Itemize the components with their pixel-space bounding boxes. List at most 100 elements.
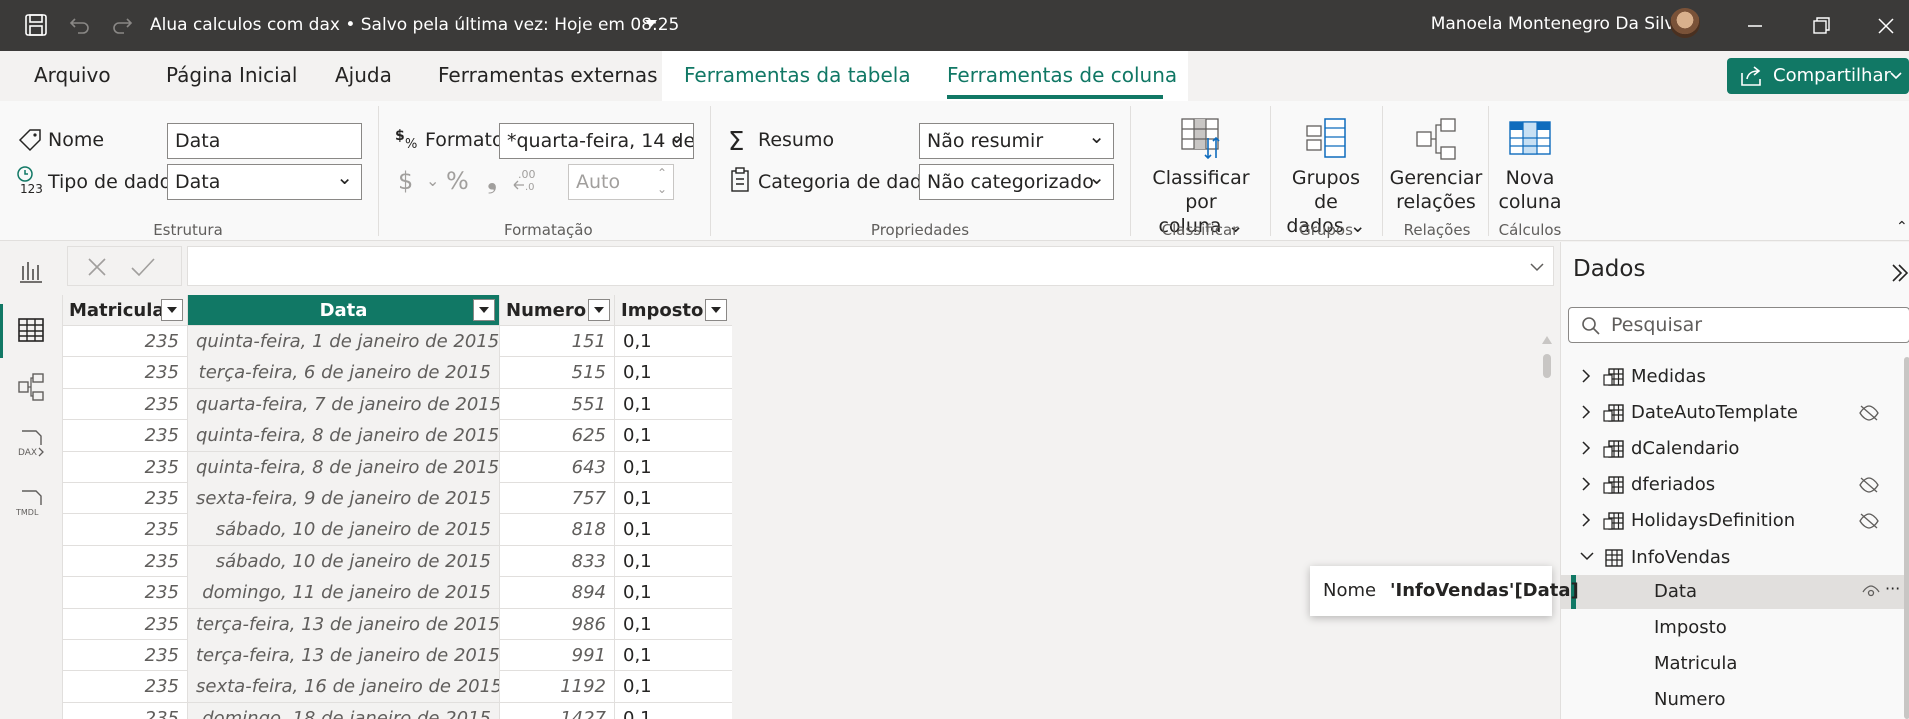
resumo-select[interactable]: Não resumir (919, 123, 1114, 159)
cell-matricula[interactable]: 235 (63, 577, 188, 609)
cell-data[interactable]: terça-feira, 13 de janeiro de 2015 (188, 608, 500, 640)
cell-matricula[interactable]: 235 (63, 702, 188, 719)
cell-matricula[interactable]: 235 (63, 357, 188, 389)
document-title[interactable]: Alua calculos com dax • Salvo pela últim… (150, 15, 679, 35)
percent-icon[interactable]: % (446, 167, 469, 195)
table-row[interactable]: 235 quarta-feira, 7 de janeiro de 2015 551… (63, 388, 732, 421)
cell-data[interactable]: sábado, 10 de janeiro de 2015 (188, 545, 500, 577)
nome-input[interactable]: Data (167, 123, 362, 159)
tree-field-item[interactable]: Matricula (1561, 647, 1909, 681)
table-row[interactable]: 235 terça-feira, 13 de janeiro de 2015 986… (63, 608, 732, 640)
save-icon[interactable] (24, 13, 48, 37)
cell-matricula[interactable]: 235 (63, 514, 188, 546)
cell-imposto[interactable]: 0,1 (615, 671, 732, 702)
table-view-icon[interactable] (16, 315, 46, 345)
user-name[interactable]: Manoela Montenegro Da Silva (1431, 14, 1685, 34)
column-header-imposto[interactable]: Imposto (615, 295, 732, 326)
hidden-eye-icon[interactable] (1858, 404, 1880, 422)
cell-numero[interactable]: 1427 (500, 702, 615, 719)
cell-numero[interactable]: 818 (500, 514, 615, 546)
cell-matricula[interactable]: 235 (63, 608, 188, 640)
cell-data[interactable]: sexta-feira, 9 de janeiro de 2015 (188, 483, 500, 514)
cell-matricula[interactable]: 235 (63, 388, 188, 420)
cell-data[interactable]: terça-feira, 6 de janeiro de 2015 (188, 357, 500, 389)
dax-query-view-icon[interactable]: DAX (16, 428, 46, 458)
tree-field-item[interactable]: Numero (1561, 683, 1909, 717)
commit-formula-icon[interactable] (130, 256, 156, 278)
cell-numero[interactable]: 833 (500, 545, 615, 577)
tab-ajuda[interactable]: Ajuda (335, 63, 392, 87)
cell-imposto[interactable]: 0,1 (615, 609, 732, 640)
cell-data[interactable]: domingo, 18 de janeiro de 2015 (188, 702, 500, 719)
expand-formula-chevron-down-icon[interactable] (1529, 262, 1545, 272)
table-row[interactable]: 235 sábado, 10 de janeiro de 2015 818 0,1 (63, 514, 732, 546)
cell-numero[interactable]: 643 (500, 451, 615, 483)
cell-imposto[interactable]: 0,1 (615, 483, 732, 514)
cell-numero[interactable]: 551 (500, 388, 615, 420)
avatar[interactable] (1670, 8, 1700, 38)
cell-data[interactable]: sexta-feira, 16 de janeiro de 2015 (188, 671, 500, 703)
model-view-icon[interactable] (16, 372, 46, 402)
cell-numero[interactable]: 515 (500, 357, 615, 389)
chevron-right-icon[interactable] (1579, 476, 1593, 492)
cancel-formula-icon[interactable] (86, 256, 108, 278)
cell-numero[interactable]: 1192 (500, 671, 615, 703)
table-row[interactable]: 235 quinta-feira, 1 de janeiro de 2015 151… (63, 326, 732, 358)
more-options-icon[interactable]: ··· (1885, 579, 1900, 598)
tab-pagina-inicial[interactable]: Página Inicial (166, 63, 297, 87)
eye-icon[interactable] (1861, 584, 1881, 600)
tree-table-item[interactable]: DateAutoTemplate (1561, 396, 1909, 430)
cell-numero[interactable]: 894 (500, 577, 615, 609)
collapse-pane-icon[interactable] (1889, 262, 1909, 284)
tab-ferramentas-da-tabela[interactable]: Ferramentas da tabela (684, 63, 911, 87)
table-row[interactable]: 235 sábado, 10 de janeiro de 2015 833 0,1 (63, 545, 732, 578)
cell-imposto[interactable]: 0,1 (615, 452, 732, 483)
filter-dropdown-icon[interactable] (705, 299, 727, 321)
column-header-matricula[interactable]: Matricula (63, 295, 188, 326)
cell-imposto[interactable]: 0,1 (615, 420, 732, 451)
cell-data[interactable]: terça-feira, 13 de janeiro de 2015 (188, 640, 500, 671)
cell-numero[interactable]: 757 (500, 483, 615, 514)
tipo-de-dados-select[interactable]: Data (167, 164, 362, 200)
cell-matricula[interactable]: 235 (63, 545, 188, 577)
cell-data[interactable]: domingo, 11 de janeiro de 2015 (188, 577, 500, 609)
cell-imposto[interactable]: 0,1 (615, 577, 732, 608)
close-icon[interactable] (1876, 16, 1896, 36)
decrease-decimal-icon[interactable]: .00.0 (512, 167, 538, 193)
manage-relationships-button[interactable]: Gerenciar relações (1388, 116, 1484, 214)
currency-icon[interactable]: $ (398, 167, 413, 195)
cell-matricula[interactable]: 235 (63, 451, 188, 483)
collapse-ribbon-icon[interactable]: ⌃ (1896, 219, 1908, 235)
tree-table-item[interactable]: dferiados (1561, 468, 1909, 502)
cell-data[interactable]: quinta-feira, 1 de janeiro de 2015 (188, 326, 500, 357)
cell-data[interactable]: sábado, 10 de janeiro de 2015 (188, 514, 500, 546)
cell-numero[interactable]: 991 (500, 640, 615, 671)
formula-input[interactable] (187, 246, 1554, 286)
filter-dropdown-icon[interactable] (161, 299, 183, 321)
report-view-icon[interactable] (16, 256, 46, 286)
share-button[interactable]: Compartilhar (1727, 58, 1909, 94)
cell-matricula[interactable]: 235 (63, 640, 188, 671)
cell-imposto[interactable]: 0,1 (615, 640, 732, 671)
tree-table-item[interactable]: HolidaysDefinition (1561, 504, 1909, 538)
tab-ferramentas-externas[interactable]: Ferramentas externas (438, 63, 658, 87)
search-input[interactable]: Pesquisar (1568, 307, 1909, 343)
data-groups-button[interactable]: Grupos de dados ⌄ (1278, 116, 1374, 238)
table-row[interactable]: 235 terça-feira, 6 de janeiro de 2015 515 0… (63, 357, 732, 389)
cell-numero[interactable]: 625 (500, 420, 615, 452)
chevron-right-icon[interactable] (1579, 512, 1593, 528)
cell-matricula[interactable]: 235 (63, 326, 188, 357)
hidden-eye-icon[interactable] (1858, 512, 1880, 530)
cell-data[interactable]: quinta-feira, 8 de janeiro de 2015 (188, 420, 500, 452)
tab-ferramentas-de-coluna[interactable]: Ferramentas de coluna (947, 63, 1177, 87)
restore-icon[interactable] (1811, 16, 1831, 36)
column-header-numero[interactable]: Numero (500, 295, 615, 326)
table-row[interactable]: 235 sexta-feira, 16 de janeiro de 2015 119… (63, 671, 732, 703)
cell-imposto[interactable]: 0,1 (615, 326, 732, 357)
table-row[interactable]: 235 quinta-feira, 8 de janeiro de 2015 625… (63, 420, 732, 452)
title-chevron-down-icon[interactable] (641, 14, 665, 38)
redo-icon[interactable] (110, 13, 134, 37)
sort-by-column-button[interactable]: Classificar por coluna ⌄ (1140, 116, 1262, 238)
cell-numero[interactable]: 151 (500, 326, 615, 357)
column-header-data[interactable]: Data (188, 295, 500, 326)
